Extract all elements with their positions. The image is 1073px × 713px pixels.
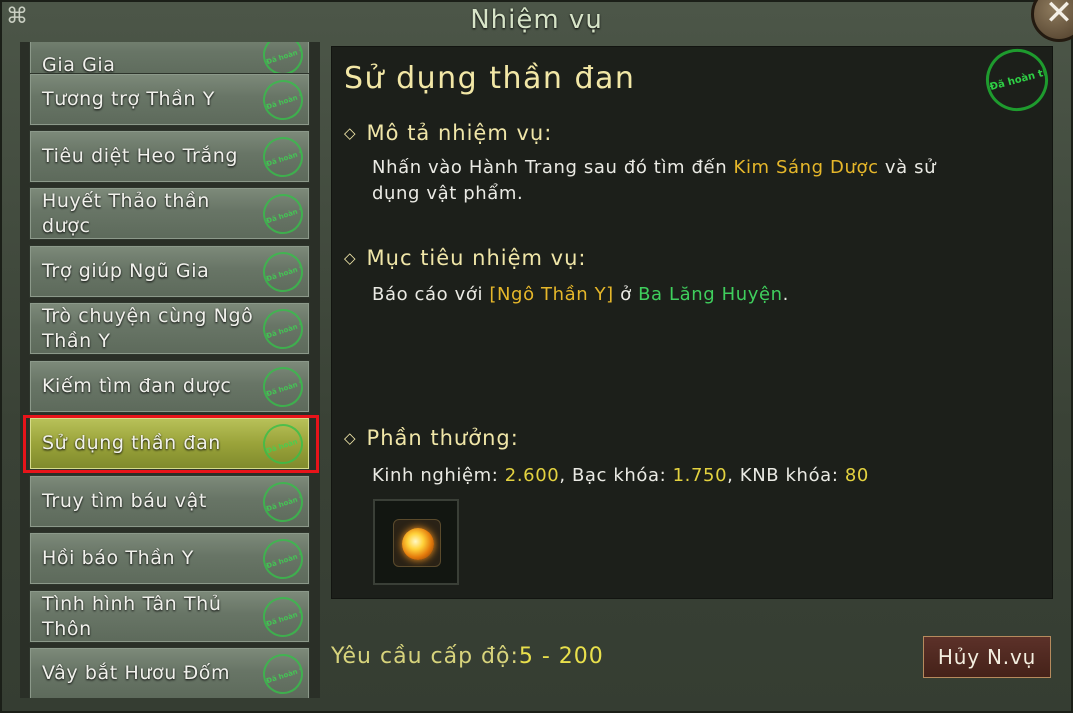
quest-item-label: Huyết Thảo thần dược: [42, 189, 210, 237]
reward-item-slot[interactable]: [373, 499, 459, 585]
completed-stamp-icon: Đã hoàn thành: [257, 648, 309, 698]
completed-stamp-icon: Đã hoàn thành: [257, 476, 309, 527]
quest-item[interactable]: Trò chuyện cùng Ngô Thần Y Đã hoàn thành: [29, 302, 310, 355]
quest-item[interactable]: Hồi báo Thần Y Đã hoàn thành: [29, 532, 310, 585]
quest-window: ⌘ Nhiệm vụ Gia Gia Đã hoàn thành Tương t…: [0, 0, 1073, 713]
fire-orb-icon: [393, 519, 441, 567]
completed-stamp-icon: Đã hoàn thành: [257, 74, 309, 125]
item-link[interactable]: Kim Sáng Dược: [734, 157, 879, 178]
quest-item[interactable]: Vây bắt Hươu Đốm Đã hoàn thành: [29, 647, 310, 698]
quest-item[interactable]: Tương trợ Thần Y Đã hoàn thành: [29, 73, 310, 126]
completed-stamp-icon: Đã hoàn thành: [257, 591, 309, 642]
quest-item[interactable]: Tình hình Tân Thủ Thôn Đã hoàn thành: [29, 590, 310, 643]
diamond-bullet-icon: ◇: [344, 249, 357, 267]
completed-stamp-icon: Đã hoàn thành: [257, 131, 309, 182]
completed-stamp-icon: Đã hoàn thành: [257, 533, 309, 584]
quest-item-label: Trò chuyện cùng Ngô Thần Y: [42, 304, 254, 352]
description-heading: ◇ Mô tả nhiệm vụ:: [344, 121, 553, 145]
quest-detail-panel: Sử dụng thần đan Đã hoàn thành ◇ Mô tả nh…: [331, 42, 1055, 599]
reward-heading: ◇ Phần thưởng:: [344, 426, 519, 450]
quest-item-label: Tình hình Tân Thủ Thôn: [42, 592, 222, 640]
diamond-bullet-icon: ◇: [344, 429, 357, 447]
selection-outline: [23, 415, 319, 473]
quest-item-label: Kiếm tìm đan dược: [42, 375, 232, 397]
quest-item-label: Tương trợ Thần Y: [42, 88, 215, 110]
completed-stamp-icon: Đã hoàn thành: [257, 303, 309, 354]
completed-stamp-icon: Đã hoàn thành: [257, 246, 309, 297]
location-link[interactable]: Ba Lăng Huyện: [638, 284, 783, 305]
cancel-quest-button[interactable]: Hủy N.vụ: [923, 636, 1051, 678]
reward-text: Kinh nghiệm: 2.600, Bạc khóa: 1.750, KNB…: [372, 465, 869, 486]
quest-item[interactable]: Trợ giúp Ngũ Gia Đã hoàn thành: [29, 245, 310, 298]
objective-text: Báo cáo với [Ngô Thần Y] ở Ba Lăng Huyện…: [372, 284, 789, 305]
diamond-bullet-icon: ◇: [344, 124, 357, 142]
completed-stamp-icon: Đã hoàn thành: [257, 188, 309, 239]
quest-item-label: Vây bắt Hươu Đốm: [42, 662, 231, 684]
quest-title: Sử dụng thần đan: [344, 61, 636, 96]
npc-link[interactable]: [Ngô Thần Y]: [489, 284, 613, 305]
objective-heading: ◇ Mục tiêu nhiệm vụ:: [344, 246, 587, 270]
description-text: Nhấn vào Hành Trang sau đó tìm đến Kim S…: [372, 157, 937, 204]
quest-item-label: Hồi báo Thần Y: [42, 547, 194, 569]
quest-item-label: Tiêu diệt Heo Trắng: [42, 145, 239, 167]
quest-item-label: Truy tìm báu vật: [42, 490, 207, 512]
level-requirement: Yêu cầu cấp độ:5 - 200: [331, 644, 604, 669]
window-title: Nhiệm vụ: [470, 5, 603, 35]
quest-item[interactable]: Kiếm tìm đan dược Đã hoàn thành: [29, 360, 310, 413]
quest-item[interactable]: Truy tìm báu vật Đã hoàn thành: [29, 475, 310, 528]
quest-item[interactable]: Huyết Thảo thần dược Đã hoàn thành: [29, 187, 310, 240]
quest-item-label: Trợ giúp Ngũ Gia: [42, 260, 210, 282]
quest-list[interactable]: Gia Gia Đã hoàn thành Tương trợ Thần Y Đ…: [20, 42, 320, 698]
completed-stamp-icon: Đã hoàn thành: [257, 361, 309, 412]
quest-item[interactable]: Tiêu diệt Heo Trắng Đã hoàn thành: [29, 130, 310, 183]
completed-stamp-icon: Đã hoàn thành: [979, 42, 1055, 118]
